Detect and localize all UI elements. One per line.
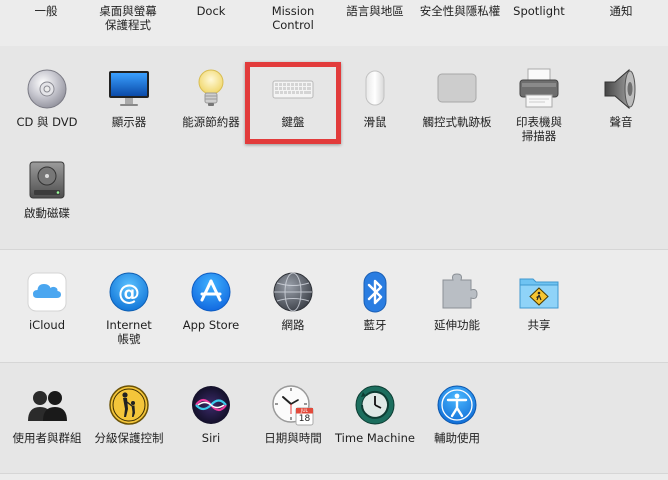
pane-mission-control[interactable]: Mission Control xyxy=(252,0,334,32)
mouse-icon xyxy=(353,67,397,111)
pane-label: Mission Control xyxy=(271,4,315,32)
pane-users-groups[interactable]: 使用者與群組 xyxy=(6,383,88,445)
pane-icloud[interactable]: iCloud xyxy=(6,270,88,332)
pane-label: 網路 xyxy=(281,318,305,332)
pane-label: App Store xyxy=(182,318,240,332)
startup-disk-icon xyxy=(25,158,69,202)
pane-notifications[interactable]: 通知 xyxy=(580,0,662,18)
pane-label: 共享 xyxy=(527,318,551,332)
display-icon xyxy=(107,67,151,111)
keyboard-highlight-box xyxy=(245,62,341,144)
internet-accounts-icon: @ xyxy=(107,270,151,314)
pane-spotlight[interactable]: Spotlight xyxy=(498,0,580,18)
app-store-icon xyxy=(189,270,233,314)
pane-bluetooth[interactable]: 藍牙 xyxy=(334,270,416,332)
pane-app-store[interactable]: App Store xyxy=(170,270,252,332)
pane-label: Siri xyxy=(201,431,221,445)
printer-icon xyxy=(517,67,561,111)
pane-extensions[interactable]: 延伸功能 xyxy=(416,270,498,332)
pane-desktop-screensaver[interactable]: 桌面與螢幕 保護程式 xyxy=(87,0,169,32)
pane-label: 滑鼠 xyxy=(363,115,387,129)
pane-label: 印表機與 掃描器 xyxy=(516,115,562,143)
pane-label: 分級保護控制 xyxy=(94,431,164,445)
next-pane-row xyxy=(0,474,668,480)
pane-label: CD 與 DVD xyxy=(16,115,78,129)
pane-parental-controls[interactable]: 分級保護控制 xyxy=(88,383,170,445)
pane-label: 語言與地區 xyxy=(346,4,404,18)
svg-text:@: @ xyxy=(118,281,140,306)
clock-calendar-icon: JUL 18 xyxy=(271,383,315,427)
pane-time-machine[interactable]: Time Machine xyxy=(334,383,416,445)
pane-label: 日期與時間 xyxy=(264,431,322,445)
extensions-puzzle-icon xyxy=(435,270,479,314)
pane-label: 輔助使用 xyxy=(434,431,480,445)
pane-trackpad[interactable]: 觸控式軌跡板 xyxy=(416,67,498,129)
icloud-icon xyxy=(25,270,69,314)
pane-label: Time Machine xyxy=(335,431,415,445)
pane-language-region[interactable]: 語言與地區 xyxy=(334,0,416,18)
pane-label: Spotlight xyxy=(513,4,565,18)
accessibility-icon xyxy=(435,383,479,427)
pane-label: 能源節約器 xyxy=(182,115,240,129)
pane-energy-saver[interactable]: 能源節約器 xyxy=(170,67,252,129)
bluetooth-icon xyxy=(353,270,397,314)
trackpad-icon xyxy=(435,67,479,111)
pane-label: 使用者與群組 xyxy=(12,431,82,445)
pane-internet-accounts[interactable]: @ Internet 帳號 xyxy=(88,270,170,346)
pane-label: 通知 xyxy=(609,4,633,18)
calendar-day: 18 xyxy=(298,413,311,424)
cd-dvd-icon xyxy=(25,67,69,111)
pane-general[interactable]: 一般 xyxy=(5,0,87,18)
pane-label: 聲音 xyxy=(609,115,633,129)
network-globe-icon xyxy=(271,270,315,314)
pane-label: 顯示器 xyxy=(111,115,147,129)
pane-network[interactable]: 網路 xyxy=(252,270,334,332)
pane-label: Internet 帳號 xyxy=(106,318,152,346)
pane-dock[interactable]: Dock xyxy=(170,0,252,18)
pane-label: 啟動磁碟 xyxy=(24,206,70,220)
pane-displays[interactable]: 顯示器 xyxy=(88,67,170,129)
sharing-folder-icon xyxy=(517,270,561,314)
pane-label: 延伸功能 xyxy=(434,318,480,332)
pane-label: 一般 xyxy=(34,4,58,18)
pane-mouse[interactable]: 滑鼠 xyxy=(334,67,416,129)
pane-label: 藍牙 xyxy=(363,318,387,332)
time-machine-icon xyxy=(353,383,397,427)
pane-cd-dvd[interactable]: CD 與 DVD xyxy=(6,67,88,129)
pane-security-privacy[interactable]: 安全性與隱私權 xyxy=(410,0,510,18)
lightbulb-icon xyxy=(189,67,233,111)
users-groups-icon xyxy=(25,383,69,427)
speaker-icon xyxy=(599,67,643,111)
pane-label: 桌面與螢幕 保護程式 xyxy=(99,4,157,32)
pane-sound[interactable]: 聲音 xyxy=(580,67,662,129)
pane-label: 觸控式軌跡板 xyxy=(422,115,492,129)
pane-date-time[interactable]: JUL 18 日期與時間 xyxy=(252,383,334,445)
pane-accessibility[interactable]: 輔助使用 xyxy=(416,383,498,445)
siri-icon xyxy=(189,383,233,427)
parental-controls-icon xyxy=(107,383,151,427)
pane-label: Dock xyxy=(196,4,226,18)
pane-siri[interactable]: Siri xyxy=(170,383,252,445)
pane-startup-disk[interactable]: 啟動磁碟 xyxy=(6,158,88,220)
pane-printers-scanners[interactable]: 印表機與 掃描器 xyxy=(498,67,580,143)
pane-label: iCloud xyxy=(28,318,66,332)
pane-label: 安全性與隱私權 xyxy=(419,4,501,18)
pane-sharing[interactable]: 共享 xyxy=(498,270,580,332)
